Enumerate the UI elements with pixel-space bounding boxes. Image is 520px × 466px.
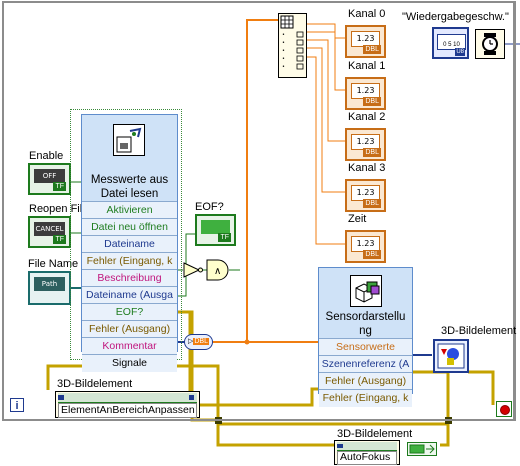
true-constant-icon (409, 444, 435, 454)
messwerte-row[interactable]: Dateiname (82, 235, 177, 253)
refnum-bar-2 (337, 442, 397, 451)
path-value: Path (34, 277, 65, 291)
eof-type: TF (218, 233, 231, 242)
sensor-row[interactable]: Fehler (Ausgang) (319, 372, 412, 390)
dyn-type: DBL (193, 338, 209, 345)
reopen-value: CANCEL (34, 222, 65, 236)
messwerte-row[interactable]: Signale (82, 354, 177, 372)
kanal1-type: DBL (363, 97, 381, 106)
sensor-row[interactable]: Fehler (Eingang, k (319, 389, 412, 407)
wiedergabe-terminal[interactable]: 0 5 10 U8 (432, 27, 469, 59)
index-array-node[interactable]: • • • • • (278, 13, 307, 78)
wait-timer-node[interactable] (475, 29, 505, 59)
kanal2-type: DBL (363, 148, 381, 157)
svg-text:∧: ∧ (214, 266, 221, 277)
true-constant[interactable] (407, 442, 437, 456)
svg-text:•: • (282, 32, 285, 38)
dynamic-conversion-node[interactable]: ▷DBL (184, 334, 213, 350)
reopen-type: TF (53, 235, 66, 244)
messwerte-row[interactable]: Dateiname (Ausga (82, 286, 177, 304)
file-read-icon (113, 124, 145, 156)
sensor-3d-icon (350, 275, 382, 307)
zeit-label: Zeit (348, 213, 367, 225)
sensor-row[interactable]: Szenenreferenz (A (319, 355, 412, 373)
zeit-type: DBL (363, 250, 381, 259)
messwerte-row[interactable]: Datei neu öffnen (82, 218, 177, 236)
index-array-icon: • • • • • (280, 15, 304, 70)
eof-terminal[interactable]: TF (195, 214, 236, 246)
kanal2-label: Kanal 2 (348, 111, 386, 123)
scene-icon (437, 343, 465, 369)
eof-led (201, 220, 230, 234)
kanal3-type: DBL (363, 199, 381, 208)
wiedergabe-label: "Wiedergabegeschw." (402, 11, 509, 23)
prop2-label[interactable]: AutoFokus (337, 451, 397, 465)
kanal1-terminal[interactable]: 1.23 DBL (345, 77, 386, 110)
messwerte-title: Messwerte aus Datei lesen (90, 174, 169, 200)
svg-text:•: • (282, 48, 285, 54)
zeit-terminal[interactable]: 1.23 DBL (345, 230, 386, 263)
messwerte-row[interactable]: Fehler (Eingang, k (82, 252, 177, 270)
prop1-label[interactable]: ElementAnBereichAnpassen (58, 403, 197, 418)
stop-icon (500, 405, 510, 415)
messwerte-row[interactable]: EOF? (82, 303, 177, 321)
messwerte-row[interactable]: Beschreibung (82, 269, 177, 287)
svg-text:•: • (282, 56, 285, 62)
refnum-bar-1 (58, 393, 197, 403)
kanal1-label: Kanal 1 (348, 60, 386, 72)
property-node-1[interactable]: ElementAnBereichAnpassen (55, 391, 200, 418)
messwerte-row[interactable]: Fehler (Ausgang) (82, 320, 177, 338)
svg-text:•: • (282, 40, 285, 46)
watch-icon (482, 33, 498, 55)
sensor-node[interactable]: Sensordarstellung Sensorwerte Szenenrefer… (318, 267, 413, 407)
enable-type: TF (53, 182, 66, 191)
enable-label: Enable (29, 150, 64, 162)
filename-terminal[interactable]: Path (28, 271, 71, 305)
bild-indicator-label: 3D-Bildelement (441, 325, 517, 337)
svg-text:•: • (282, 64, 285, 70)
kanal0-label: Kanal 0 (348, 8, 386, 20)
messwerte-row[interactable]: Kommentar (82, 337, 177, 355)
kanal2-terminal[interactable]: 1.23 DBL (345, 128, 386, 161)
slider-type: U8 (455, 48, 465, 56)
kanal0-type: DBL (363, 45, 381, 54)
enable-terminal[interactable]: OFF TF (28, 163, 71, 195)
messwerte-row[interactable]: Aktivieren (82, 201, 177, 219)
kanal0-terminal[interactable]: 1.23 DBL (345, 25, 386, 58)
not-gate-icon[interactable] (183, 262, 203, 278)
kanal3-terminal[interactable]: 1.23 DBL (345, 179, 386, 212)
property-node-2[interactable]: AutoFokus (334, 440, 400, 465)
messwerte-node[interactable]: Messwerte aus Datei lesen Aktivieren Date… (81, 114, 178, 372)
stop-terminal[interactable] (496, 401, 512, 417)
bild1-label: 3D-Bildelement (57, 378, 133, 390)
info-icon[interactable]: i (10, 398, 24, 412)
sensor-row[interactable]: Sensorwerte (319, 338, 412, 356)
reopen-terminal[interactable]: CANCEL TF (28, 216, 71, 248)
enable-value: OFF (34, 169, 65, 183)
sensor-title: Sensordarstellung (325, 311, 406, 337)
bild-indicator-terminal[interactable] (433, 339, 469, 373)
eof-label: EOF? (195, 201, 224, 213)
and-gate-icon[interactable]: ∧ (206, 259, 230, 281)
kanal3-label: Kanal 3 (348, 162, 386, 174)
